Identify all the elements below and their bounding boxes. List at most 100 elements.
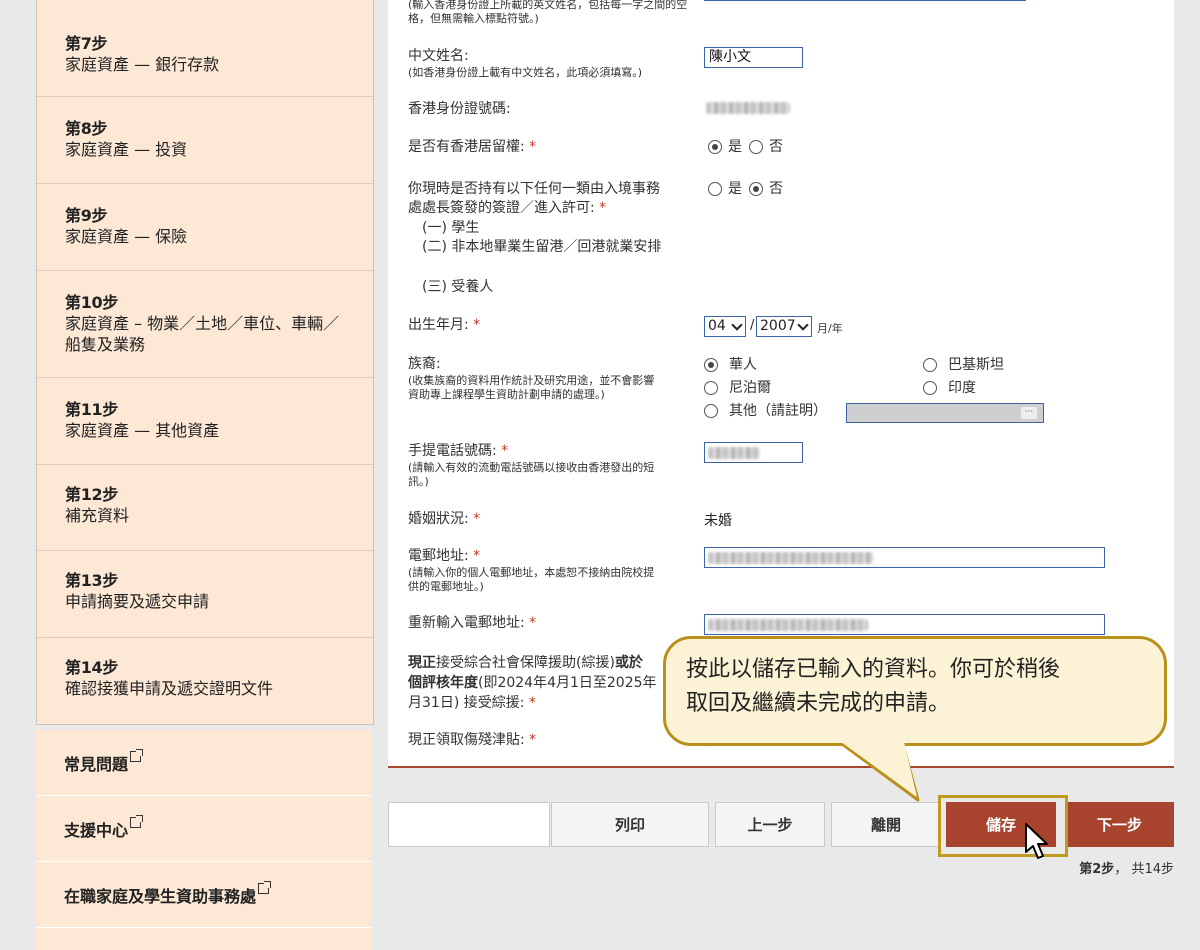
step-label: 家庭資產 — 銀行存款: [65, 55, 220, 74]
step-number: 第12步: [65, 485, 119, 504]
marital-value: 未婚: [704, 513, 732, 529]
abode-yes-label: 是: [728, 139, 742, 155]
callout-text: 按此以儲存已輸入的資料。你可於稍後: [686, 657, 1061, 682]
abode-no-label: 否: [769, 139, 783, 155]
visa-item-dependant: (三) 受養人: [422, 279, 494, 295]
abode-no-radio[interactable]: [749, 140, 763, 154]
support-center-link[interactable]: 支援中心: [36, 796, 372, 862]
wfsfaa-office-link[interactable]: 在職家庭及學生資助事務處: [36, 862, 372, 928]
link-label: 支援中心: [64, 820, 129, 840]
ethnicity-chinese-radio[interactable]: [704, 358, 718, 372]
ethnicity-other-label: 其他（請註明）: [729, 403, 827, 419]
hkid-value-redacted: [706, 102, 790, 114]
ethnicity-note: (收集族裔的資料用作統計及研究用途，並不會影響: [408, 374, 655, 387]
step-label: 家庭資產 — 投資: [65, 140, 188, 159]
ethnicity-label: 族裔:: [408, 356, 441, 372]
chinese-name-label: 中文姓名:: [408, 48, 469, 64]
sidebar-step-14[interactable]: 第14步 確認接獲申請及遞交證明文件: [37, 638, 373, 724]
step-number: 第13步: [65, 571, 119, 590]
step-number: 第11步: [65, 400, 119, 419]
ethnicity-indian-label: 印度: [948, 380, 976, 396]
abode-yes-radio[interactable]: [708, 140, 722, 154]
step-pager: 第2步， 共14步: [1079, 862, 1174, 877]
chevron-down-icon: [731, 319, 743, 331]
visa-item-student: (一) 學生: [422, 220, 480, 236]
ethnicity-indian-radio[interactable]: [923, 381, 937, 395]
leave-button[interactable]: 離開: [831, 802, 941, 847]
step-number: 第14步: [65, 658, 119, 677]
email-confirm-label: 重新輸入電郵地址: *: [408, 615, 537, 631]
ethnicity-nepalese-label: 尼泊爾: [729, 380, 771, 396]
dob-month-select[interactable]: 04: [704, 316, 746, 337]
ethnicity-nepalese-radio[interactable]: [704, 381, 718, 395]
dob-unit: 月/年: [817, 322, 843, 335]
external-link-icon: [258, 881, 272, 894]
email-note: (請輸入你的個人電郵地址，本處恕不接納由院校提: [408, 566, 655, 579]
sidebar-step-9[interactable]: 第9步 家庭資產 — 保險: [37, 184, 373, 271]
step-label: 家庭資產 — 其他資產: [65, 421, 220, 440]
ethnicity-pakistani-radio[interactable]: [923, 358, 937, 372]
chevron-down-icon: [797, 319, 809, 331]
step-label: 家庭資產 — 保險: [65, 227, 188, 246]
mobile-note-2: 訊。): [408, 475, 429, 488]
step-label: 補充資料: [65, 506, 130, 525]
email-note-2: 供的電郵地址。): [408, 580, 484, 593]
link-label: 在職家庭及學生資助事務處: [64, 886, 257, 906]
faq-link[interactable]: 常見問題: [36, 730, 372, 796]
english-name-note: (輸入香港身份證上所載的英文姓名，包括每一字之間的空格，但無需輸入標點符號。): [408, 0, 688, 25]
sidebar-step-7[interactable]: 第7步 家庭資產 — 銀行存款: [37, 0, 373, 97]
dob-separator: /: [750, 318, 755, 333]
ethnicity-chinese-label: 華人: [729, 357, 757, 373]
next-step-button[interactable]: 下一步: [1065, 802, 1174, 847]
sidebar-step-11[interactable]: 第11步 家庭資產 — 其他資產: [37, 378, 373, 465]
dob-year-select[interactable]: 2007: [756, 316, 812, 337]
mobile-label: 手提電話號碼: *: [408, 443, 509, 459]
email-confirm-value-redacted: [708, 619, 868, 631]
more-icon: ···: [1021, 407, 1037, 419]
mobile-note: (請輸入有效的流動電話號碼以接收由香港發出的短: [408, 461, 655, 474]
cssa-label-3: 月31日) 接受綜援: *: [408, 695, 536, 711]
step-label: 申請摘要及遞交申請: [65, 592, 210, 611]
external-link-icon: [130, 815, 144, 828]
visa-no-label: 否: [769, 181, 783, 197]
link-label: 常見問題: [64, 754, 129, 774]
step-number: 第7步: [65, 34, 108, 53]
step-label: 家庭資產 – 物業／土地／車位、車輛／船隻及業務: [65, 314, 340, 354]
marital-label: 婚姻狀況: *: [408, 511, 481, 527]
steps-nav: 第7步 家庭資產 — 銀行存款 第8步 家庭資產 — 投資 第9步 家庭資產 —…: [36, 0, 374, 725]
hkid-label: 香港身份證號碼:: [408, 101, 511, 117]
sidebar-step-13[interactable]: 第13步 申請摘要及遞交申請: [37, 551, 373, 638]
right-of-abode-label: 是否有香港居留權: *: [408, 139, 537, 155]
visa-yes-label: 是: [728, 181, 742, 197]
sidebar-step-12[interactable]: 第12步 補充資料: [37, 465, 373, 551]
callout-text-2: 取回及繼續未完成的申請。: [686, 691, 951, 716]
visa-no-radio[interactable]: [749, 182, 763, 196]
toolbar-spacer: [388, 802, 550, 847]
cssa-label: 現正接受綜合社會保障援助(綜援)或於: [408, 655, 643, 671]
ethnicity-other-input[interactable]: ···: [846, 403, 1044, 423]
visa-question-label-2: 處處長簽發的簽證／進入許可: *: [408, 200, 607, 216]
sidebar-step-8[interactable]: 第8步 家庭資產 — 投資: [37, 97, 373, 184]
mouse-pointer-icon: [1025, 823, 1048, 859]
ethnicity-pakistani-label: 巴基斯坦: [948, 357, 1004, 373]
chinese-name-input[interactable]: 陳小文: [704, 47, 803, 68]
help-links: 常見問題 支援中心 在職家庭及學生資助事務處: [36, 730, 372, 950]
chinese-name-note: (如香港身份證上載有中文姓名，此項必須填寫。): [408, 66, 643, 79]
step-label: 確認接獲申請及遞交證明文件: [65, 679, 274, 698]
external-link-icon: [130, 749, 144, 762]
visa-item-graduate: (二) 非本地畢業生留港／回港就業安排: [422, 239, 662, 255]
step-number: 第8步: [65, 119, 108, 138]
email-value-redacted: [708, 552, 873, 564]
disability-label: 現正領取傷殘津貼: *: [408, 732, 537, 748]
sidebar-step-10[interactable]: 第10步 家庭資產 – 物業／土地／車位、車輛／船隻及業務: [37, 271, 373, 378]
visa-yes-radio[interactable]: [708, 182, 722, 196]
dob-label: 出生年月: *: [408, 317, 481, 333]
print-button[interactable]: 列印: [551, 802, 709, 847]
ethnicity-other-radio[interactable]: [704, 404, 718, 418]
cssa-label-2: 個評核年度(即2024年4月1日至2025年: [408, 675, 657, 691]
english-name-input[interactable]: [704, 0, 1026, 1]
step-number: 第9步: [65, 206, 108, 225]
visa-question-label: 你現時是否持有以下任何一類由入境事務: [408, 181, 660, 197]
step-number: 第10步: [65, 293, 119, 312]
previous-step-button[interactable]: 上一步: [715, 802, 825, 847]
